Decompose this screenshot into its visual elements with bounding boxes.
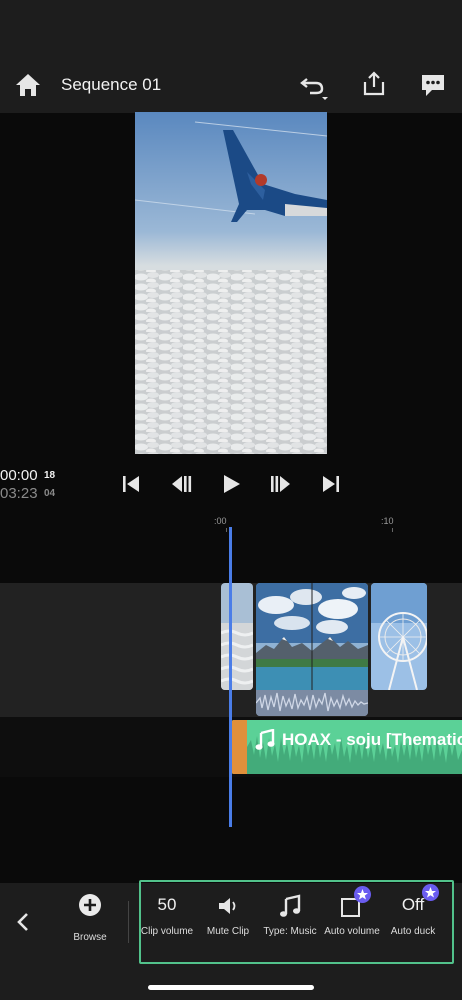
back-icon[interactable] [10,908,36,936]
share-icon[interactable] [362,70,386,98]
skip-to-start-icon[interactable] [119,472,143,496]
speaker-icon[interactable] [216,894,240,918]
clip-volume-value[interactable]: 50 [137,895,197,915]
auto-duck-label[interactable]: Auto duck [383,925,443,939]
current-timecode: 00:00 [0,467,38,484]
total-duration: 03:23 [0,485,38,502]
sequence-title[interactable]: Sequence 01 [61,75,161,95]
home-indicator[interactable] [148,985,314,990]
clip-volume-label[interactable]: Clip volume [137,925,197,939]
music-note-icon[interactable] [278,894,302,918]
music-note-icon [255,729,275,750]
playhead[interactable] [229,527,232,827]
music-clip-handle[interactable] [231,720,247,774]
play-icon[interactable] [219,472,243,496]
mute-clip-label[interactable]: Mute Clip [198,925,258,939]
step-forward-icon[interactable] [269,472,293,496]
video-clip-mountains[interactable] [256,583,368,716]
ruler-tick [226,528,227,532]
add-circle-icon[interactable] [78,893,102,917]
skip-to-end-icon[interactable] [319,472,343,496]
auto-volume-label[interactable]: Auto volume [322,925,382,939]
music-clip-label: HOAX - soju [Thematic [282,730,462,749]
premium-star-icon [422,884,439,901]
video-clip-clouds[interactable] [221,583,253,690]
home-icon[interactable] [14,72,42,98]
ruler-mark-10: :10 [381,516,394,526]
total-frames: 04 [44,488,56,499]
current-frames: 18 [44,470,56,481]
audio-options-panel [139,880,454,964]
type-music-label[interactable]: Type: Music [260,925,320,939]
video-clip-ferris-wheel[interactable] [371,583,427,690]
toolbar-divider [128,901,129,943]
step-back-icon[interactable] [169,472,193,496]
browse-label[interactable]: Browse [62,932,118,943]
ruler-mark-0: :00 [214,516,227,526]
undo-icon[interactable] [298,71,332,101]
ruler-tick [392,528,393,532]
top-bar [0,0,462,113]
premium-star-icon [354,886,371,903]
comment-icon[interactable] [420,72,446,98]
video-preview[interactable] [135,112,327,454]
